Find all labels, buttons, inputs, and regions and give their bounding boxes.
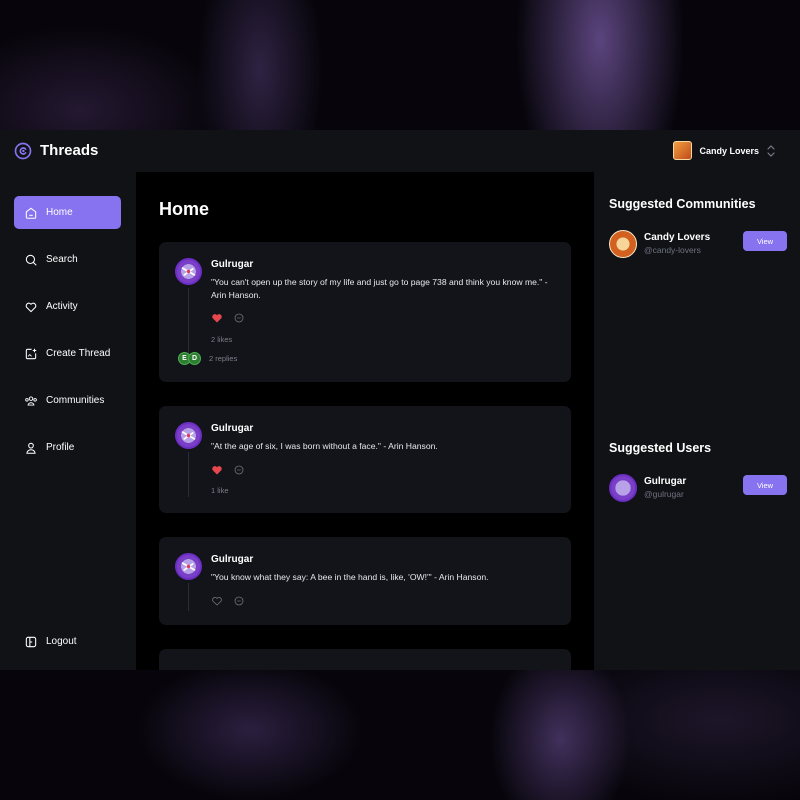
nav-item-label: Create Thread	[46, 348, 111, 359]
home-icon	[25, 207, 37, 219]
user-avatar[interactable]	[609, 474, 637, 502]
app-window: Threads Candy Lovers Home Search Activit…	[0, 130, 800, 670]
user-name: Gulrugar	[644, 476, 687, 487]
avatar-graphic-icon	[181, 431, 196, 440]
organization-avatar	[673, 141, 693, 160]
thread-author[interactable]: Gulrugar	[211, 259, 253, 270]
view-user-button[interactable]: View	[743, 475, 787, 495]
app-title: Threads	[40, 142, 99, 159]
nav-item-label: Activity	[46, 301, 78, 312]
communities-icon	[25, 395, 37, 406]
reply-count[interactable]: 2 replies	[209, 354, 237, 363]
left-sidebar: Home Search Activity Create Thread Commu…	[0, 172, 136, 670]
avatar-graphic-icon	[181, 562, 196, 571]
reply-icon[interactable]	[233, 464, 245, 476]
reply-icon[interactable]	[233, 595, 245, 607]
nav-item-label: Communities	[46, 395, 105, 406]
thread-card[interactable]: Gulrugar "You know what they say: A bee …	[159, 537, 571, 625]
create-thread-icon	[25, 348, 37, 359]
main-feed: Home Gulrugar "You can't open up the sto…	[136, 172, 594, 670]
thread-line	[188, 452, 189, 497]
nav-item-create-thread[interactable]: Create Thread	[14, 337, 121, 370]
top-bar: Threads Candy Lovers	[0, 130, 800, 172]
threads-logo-icon	[14, 142, 32, 160]
thread-line	[188, 583, 189, 611]
reply-avatar: D	[188, 352, 201, 365]
thread-actions	[211, 312, 245, 324]
community-name: Candy Lovers	[644, 232, 711, 243]
nav-item-label: Search	[46, 254, 78, 265]
like-count: 2 likes	[211, 335, 233, 344]
thread-card[interactable]: Gulrugar "At the age of six, I was born …	[159, 406, 571, 513]
nav-item-label: Profile	[46, 442, 75, 453]
community-avatar[interactable]	[609, 230, 637, 258]
thread-line	[188, 288, 189, 354]
heart-outline-icon[interactable]	[211, 595, 223, 607]
heart-icon	[25, 302, 37, 312]
community-handle: @candy-lovers	[644, 245, 701, 255]
nav-item-label: Home	[46, 207, 73, 218]
thread-author[interactable]: Gulrugar	[211, 554, 253, 565]
thread-text: "At the age of six, I was born without a…	[211, 441, 438, 451]
thread-text: "You can't open up the story of my life …	[211, 277, 548, 300]
nav-item-search[interactable]: Search	[14, 243, 121, 276]
organization-switcher[interactable]: Candy Lovers	[673, 141, 776, 160]
page-title: Home	[159, 199, 210, 219]
nav-item-activity[interactable]: Activity	[14, 290, 121, 323]
organization-name: Candy Lovers	[699, 145, 759, 156]
thread-text: "You know what they say: A bee in the ha…	[211, 572, 489, 582]
nav-item-communities[interactable]: Communities	[14, 384, 121, 417]
thread-author[interactable]: Gulrugar	[211, 423, 253, 434]
thread-card[interactable]: Gulrugar "You can't open up the story of…	[159, 242, 571, 382]
reply-icon[interactable]	[233, 312, 245, 324]
replies-row[interactable]: E D 2 replies	[178, 352, 237, 365]
thread-actions	[211, 464, 245, 476]
author-avatar[interactable]	[175, 553, 202, 580]
thread-card[interactable]	[159, 649, 571, 670]
thread-actions	[211, 595, 245, 607]
nav-item-home[interactable]: Home	[14, 196, 121, 229]
suggested-user: Gulrugar @gulrugar View	[609, 474, 787, 504]
logout-label: Logout	[46, 636, 77, 647]
avatar-graphic-icon	[181, 267, 196, 276]
user-handle: @gulrugar	[644, 489, 684, 499]
chevron-up-down-icon	[767, 144, 775, 157]
heart-filled-icon[interactable]	[211, 312, 223, 324]
nav-item-profile[interactable]: Profile	[14, 431, 121, 464]
author-avatar[interactable]	[175, 422, 202, 449]
suggested-community: Candy Lovers @candy-lovers View	[609, 230, 787, 260]
search-icon	[25, 254, 37, 266]
suggested-users-title: Suggested Users	[609, 441, 712, 455]
author-avatar[interactable]	[175, 258, 202, 285]
logout-icon	[25, 636, 37, 647]
suggested-communities-title: Suggested Communities	[609, 197, 756, 211]
heart-filled-icon[interactable]	[211, 464, 223, 476]
like-count: 1 like	[211, 486, 229, 495]
user-icon	[26, 442, 36, 454]
right-sidebar: Suggested Communities Candy Lovers @cand…	[594, 172, 800, 670]
view-community-button[interactable]: View	[743, 231, 787, 251]
logout-button[interactable]: Logout	[14, 625, 121, 658]
